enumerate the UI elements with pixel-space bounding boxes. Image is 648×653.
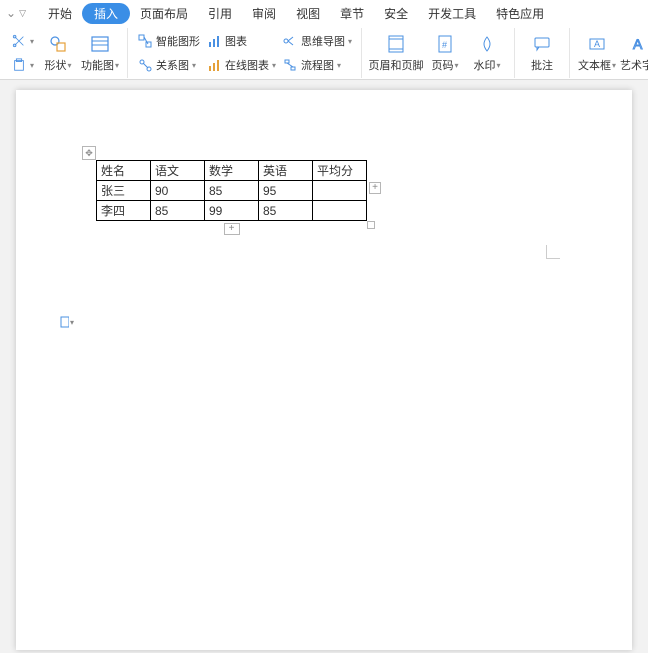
cell-name[interactable]: 张三 [97,181,151,201]
th-name[interactable]: 姓名 [97,161,151,181]
comment-icon [531,33,553,55]
page-icon [60,316,69,328]
wordart-icon: A [628,33,648,55]
margin-indicator [546,245,560,259]
watermark-button[interactable]: 水印▾ [466,28,508,78]
gallery-label: 功能图 [81,57,114,73]
table-wrapper: ✥ 姓名 语文 数学 英语 平均分 张三 90 85 95 李四 [96,160,367,221]
data-table[interactable]: 姓名 语文 数学 英语 平均分 张三 90 85 95 李四 85 99 [96,160,367,221]
smartart-icon [137,33,153,49]
chart-label: 图表 [225,33,247,49]
wordart-button[interactable]: A 艺术字▾ [618,28,648,78]
relation-label: 关系图 [156,57,189,73]
ribbon: ▾ ▾ 形状▾ 功能图▾ 智能图形 [0,26,648,80]
table-row[interactable]: 李四 85 99 85 [97,201,367,221]
qat-drop-2[interactable]: ▽ [19,8,26,19]
cut-button[interactable]: ▾ [8,30,37,52]
wordart-label: 艺术字 [620,57,648,73]
table-resize-handle[interactable] [367,221,375,229]
cell-avg[interactable] [313,201,367,221]
mindmap-icon [282,33,298,49]
cell-name[interactable]: 李四 [97,201,151,221]
qat-dropdown-icon[interactable]: ⌄ [6,6,16,20]
table-add-row-button[interactable]: + [224,223,240,235]
online-chart-button[interactable]: 在线图表▾ [203,54,279,76]
tab-page-layout[interactable]: 页面布局 [130,2,198,25]
textbox-button[interactable]: A 文本框▾ [576,28,618,78]
tab-reference[interactable]: 引用 [198,2,242,25]
quick-access-toolbar: ⌄ ▽ [6,6,26,20]
chevron-down-icon: ▾ [30,37,34,46]
document-area: ✥ 姓名 语文 数学 英语 平均分 张三 90 85 95 李四 [0,80,648,653]
shape-button[interactable]: 形状▾ [37,28,79,78]
online-chart-label: 在线图表 [225,57,269,73]
cell-shuxue[interactable]: 85 [205,181,259,201]
cell-avg[interactable] [313,181,367,201]
table-move-handle[interactable]: ✥ [82,146,96,160]
tab-devtools[interactable]: 开发工具 [418,2,486,25]
tab-insert[interactable]: 插入 [82,3,130,24]
comment-button[interactable]: 批注 [521,28,563,78]
header-footer-icon [385,33,407,55]
svg-text:#: # [442,40,447,50]
table-add-column-button[interactable]: + [369,182,381,194]
smart-shape-label: 智能图形 [156,33,200,49]
th-yuwen[interactable]: 语文 [151,161,205,181]
shapes-icon [47,33,69,55]
paste-icon [11,57,27,73]
flowchart-button[interactable]: 流程图▾ [279,54,355,76]
page-side-button[interactable]: ▾ [60,315,74,329]
cell-shuxue[interactable]: 99 [205,201,259,221]
watermark-label: 水印 [474,57,496,73]
svg-text:A: A [594,39,600,49]
tab-review[interactable]: 审阅 [242,2,286,25]
gallery-icon [89,33,111,55]
textbox-label: 文本框 [578,57,611,73]
chart-button[interactable]: 图表 [203,30,279,52]
cell-yuwen[interactable]: 90 [151,181,205,201]
tab-start[interactable]: 开始 [38,2,82,25]
document-page[interactable]: ✥ 姓名 语文 数学 英语 平均分 张三 90 85 95 李四 [16,90,632,650]
cell-yuwen[interactable]: 85 [151,201,205,221]
flowchart-label: 流程图 [301,57,334,73]
online-chart-icon [206,57,222,73]
mindmap-button[interactable]: 思维导图▾ [279,30,355,52]
chevron-down-icon: ▾ [30,61,34,70]
cell-yingyu[interactable]: 85 [259,201,313,221]
paste-button[interactable]: ▾ [8,54,37,76]
header-footer-label: 页眉和页脚 [369,57,424,73]
table-header-row[interactable]: 姓名 语文 数学 英语 平均分 [97,161,367,181]
chevron-down-icon: ▾ [70,318,74,327]
tab-section[interactable]: 章节 [330,2,374,25]
smart-shape-button[interactable]: 智能图形 [134,30,203,52]
gallery-button[interactable]: 功能图▾ [79,28,121,78]
textbox-icon: A [586,33,608,55]
relation-icon [137,57,153,73]
flowchart-icon [282,57,298,73]
mindmap-label: 思维导图 [301,33,345,49]
chart-icon [206,33,222,49]
table-row[interactable]: 张三 90 85 95 [97,181,367,201]
svg-text:A: A [633,36,643,52]
menu-bar: ⌄ ▽ 开始 插入 页面布局 引用 审阅 视图 章节 安全 开发工具 特色应用 [0,0,648,26]
tab-special[interactable]: 特色应用 [486,2,554,25]
tab-security[interactable]: 安全 [374,2,418,25]
header-footer-button[interactable]: 页眉和页脚 [368,28,424,78]
page-number-label: 页码 [432,57,454,73]
page-number-button[interactable]: # 页码▾ [424,28,466,78]
cell-yingyu[interactable]: 95 [259,181,313,201]
th-yingyu[interactable]: 英语 [259,161,313,181]
watermark-icon [476,33,498,55]
page-number-icon: # [434,33,456,55]
tab-view[interactable]: 视图 [286,2,330,25]
relation-button[interactable]: 关系图▾ [134,54,203,76]
shape-label: 形状 [45,57,67,73]
th-shuxue[interactable]: 数学 [205,161,259,181]
comment-label: 批注 [531,57,553,73]
th-avg[interactable]: 平均分 [313,161,367,181]
scissors-icon [11,33,27,49]
